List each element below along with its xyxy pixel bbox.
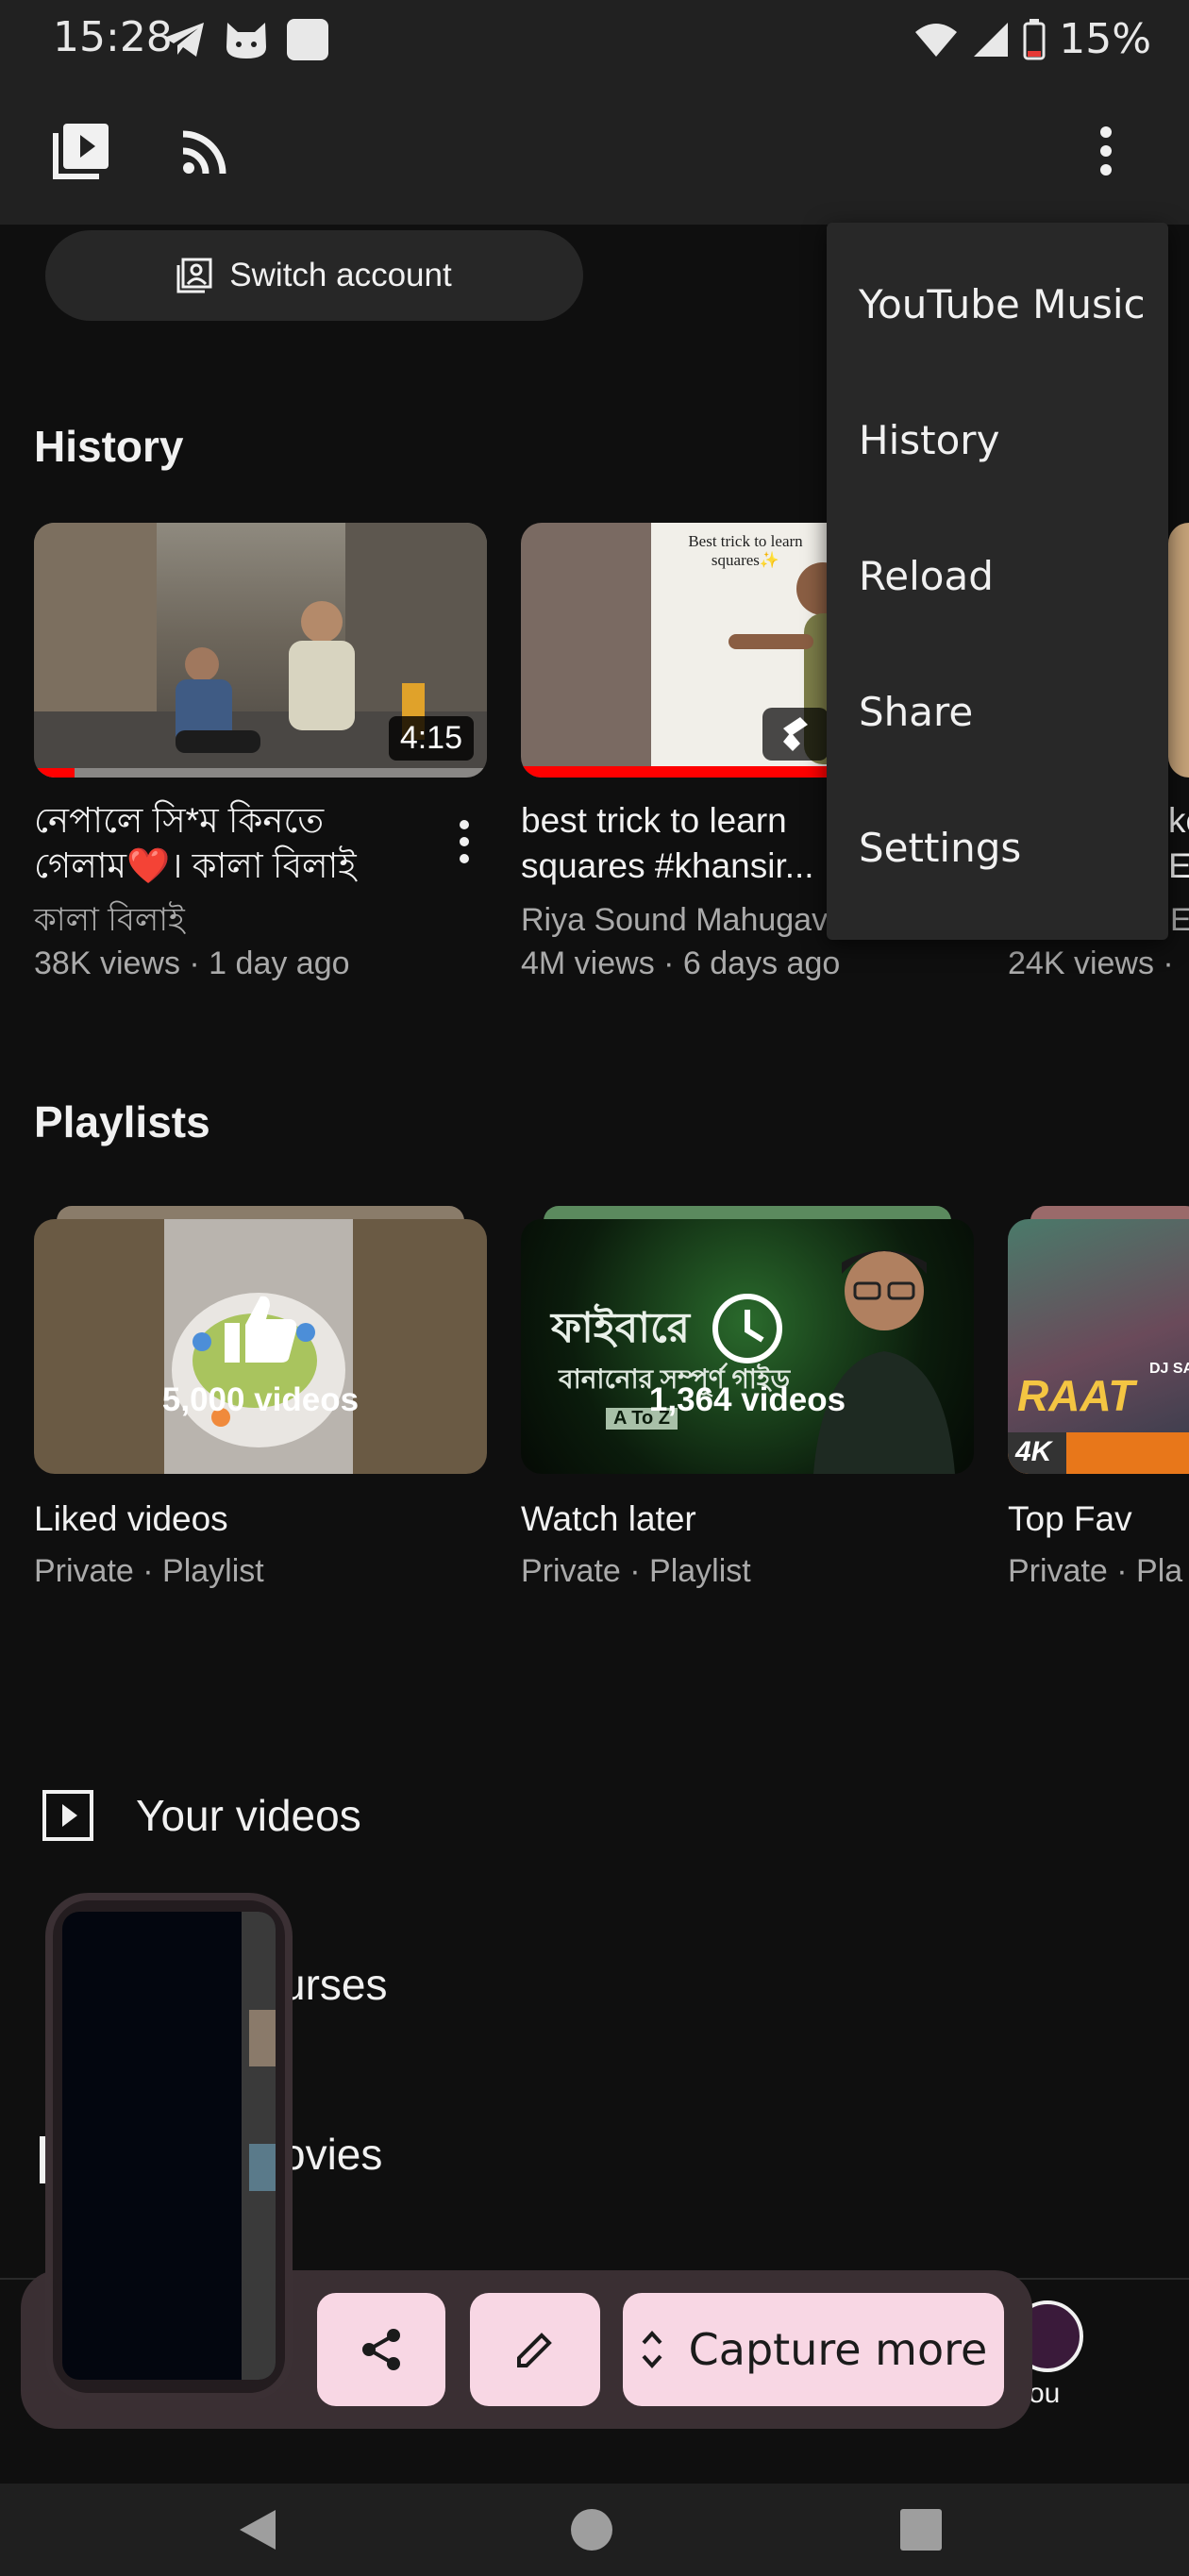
- history-video-title-1[interactable]: নেপালে সি*ম কিনতে গেলাম❤️। কালা বিলাই: [34, 798, 430, 889]
- switch-account-button[interactable]: Switch account: [45, 230, 583, 321]
- expand-vertical-icon: [642, 2331, 662, 2368]
- you-tab-label-fragment[interactable]: ou: [1029, 2378, 1060, 2410]
- video-title-line: ke: [1168, 801, 1189, 840]
- more-vert-icon: [460, 820, 469, 863]
- playlist-meta-top-fav: Private · Pla: [1008, 1553, 1183, 1589]
- playlist-meta-liked-videos: Private · Playlist: [34, 1553, 264, 1589]
- watch-later-thumbnail[interactable]: ফাইবারে বানানোর সম্পূর্ণ গাইড A To Z 1,3…: [521, 1219, 974, 1474]
- playlist-name-watch-later[interactable]: Watch later: [521, 1497, 696, 1542]
- more-options-button[interactable]: [1068, 113, 1144, 189]
- your-courses-row[interactable]: urses: [281, 1959, 387, 2010]
- playlist-video-count: 5,000 videos: [161, 1381, 360, 1418]
- your-videos-row[interactable]: Your videos: [42, 1789, 361, 1842]
- status-bar: 15:28 15%: [0, 0, 1189, 85]
- recents-icon[interactable]: [900, 2509, 942, 2551]
- playlist-name-liked-videos[interactable]: Liked videos: [34, 1497, 228, 1542]
- liked-videos-thumbnail[interactable]: 5,000 videos: [34, 1219, 487, 1474]
- history-video-meta-3: 24K views ·: [1008, 945, 1174, 981]
- signal-icon: [974, 22, 1009, 57]
- top-app-bar: [0, 85, 1189, 225]
- home-icon[interactable]: [570, 2508, 613, 2551]
- playlists-section-title[interactable]: Playlists: [34, 1096, 210, 1147]
- menu-item-youtube-music[interactable]: YouTube Music: [859, 281, 1146, 327]
- thumb-up-icon: [225, 1296, 297, 1363]
- duration-badge: 4:15: [388, 716, 474, 761]
- video-title-line: নেপালে সি*ম কিনতে: [34, 801, 325, 840]
- history-video-channel-2: Riya Sound Mahugav: [521, 902, 827, 938]
- thumbnail-caption: RAAT: [1017, 1371, 1135, 1420]
- cat-icon: [226, 23, 266, 59]
- your-videos-label: Your videos: [136, 1791, 361, 1840]
- video-more-button[interactable]: [445, 811, 483, 872]
- menu-item-history[interactable]: History: [859, 417, 999, 463]
- history-video-meta-2: 4M views · 6 days ago: [521, 945, 841, 981]
- thumbnail-caption: 4K: [1008, 1432, 1066, 1474]
- playlist-video-count: 1,364 videos: [648, 1381, 846, 1418]
- system-navigation-bar: [0, 2484, 1189, 2576]
- overflow-menu: YouTube Music History Reload Share Setti…: [827, 223, 1168, 940]
- history-section-title[interactable]: History: [34, 421, 183, 472]
- switch-account-icon: [176, 258, 212, 293]
- clock-icon: [712, 1294, 782, 1363]
- capture-more-button[interactable]: Capture more: [623, 2293, 1004, 2406]
- library-button[interactable]: [43, 113, 119, 189]
- watch-progress-track: [34, 768, 487, 778]
- your-movies-label-fragment: ovies: [281, 2130, 383, 2179]
- history-video-thumbnail-1[interactable]: 4:15: [34, 523, 487, 778]
- playlist-name-top-fav[interactable]: Top Fav: [1008, 1497, 1132, 1542]
- menu-item-reload[interactable]: Reload: [859, 553, 994, 599]
- app-notification-icon: [287, 19, 328, 60]
- menu-item-settings[interactable]: Settings: [859, 825, 1021, 871]
- top-fav-thumbnail[interactable]: DJ SA RAAT 4K: [1008, 1219, 1189, 1474]
- cast-button[interactable]: [168, 113, 243, 189]
- video-title-line: ES: [1168, 846, 1189, 885]
- thumbnail-caption: DJ SA: [1149, 1361, 1189, 1377]
- share-icon: [362, 2329, 400, 2370]
- history-video-channel-3-fragment: E: [1170, 902, 1189, 938]
- edit-pencil-icon: [517, 2333, 552, 2367]
- more-vert-icon: [1100, 126, 1112, 176]
- share-screenshot-button[interactable]: [317, 2293, 445, 2406]
- watch-progress-fill: [34, 768, 75, 778]
- screenshot-preview[interactable]: [45, 1893, 293, 2400]
- history-video-title-3-fragment[interactable]: ke ES: [1168, 798, 1189, 889]
- battery-percent: 15%: [1059, 15, 1151, 63]
- status-time: 15:28: [53, 13, 173, 61]
- back-icon[interactable]: [236, 2506, 279, 2553]
- capture-more-label: Capture more: [688, 2324, 988, 2375]
- battery-icon: [1023, 18, 1046, 59]
- video-library-icon: [53, 124, 109, 179]
- video-title-line: গেলাম❤️। কালা বিলাই: [34, 846, 357, 885]
- history-video-channel-1: কালা বিলাই: [34, 902, 185, 938]
- shorts-badge: [762, 708, 829, 761]
- preview-thumbnail: [249, 2144, 276, 2191]
- history-video-thumbnail-3[interactable]: [1168, 523, 1189, 778]
- playlist-meta-watch-later: Private · Playlist: [521, 1553, 751, 1589]
- your-courses-label-fragment: urses: [281, 1960, 388, 2009]
- wifi-icon: [915, 23, 958, 57]
- thumbnail-caption: ফাইবারে: [551, 1305, 690, 1351]
- your-movies-row[interactable]: ovies: [281, 2129, 382, 2180]
- menu-item-share[interactable]: Share: [859, 689, 973, 735]
- screenshot-preview-image: [62, 1912, 276, 2380]
- telegram-icon: [164, 23, 204, 57]
- cast-icon: [182, 130, 226, 175]
- switch-account-label: Switch account: [229, 257, 452, 293]
- edit-screenshot-button[interactable]: [470, 2293, 600, 2406]
- history-video-title-2[interactable]: best trick to learn squares #khansir...: [521, 798, 832, 889]
- video-title-line: squares #khansir...: [521, 846, 814, 885]
- video-title-line: best trick to learn: [521, 801, 787, 840]
- presenter-image: [813, 1250, 955, 1474]
- preview-thumbnail: [249, 2010, 276, 2066]
- shorts-icon: [783, 717, 808, 751]
- history-video-meta-1: 38K views · 1 day ago: [34, 945, 350, 981]
- your-videos-icon: [42, 1790, 93, 1841]
